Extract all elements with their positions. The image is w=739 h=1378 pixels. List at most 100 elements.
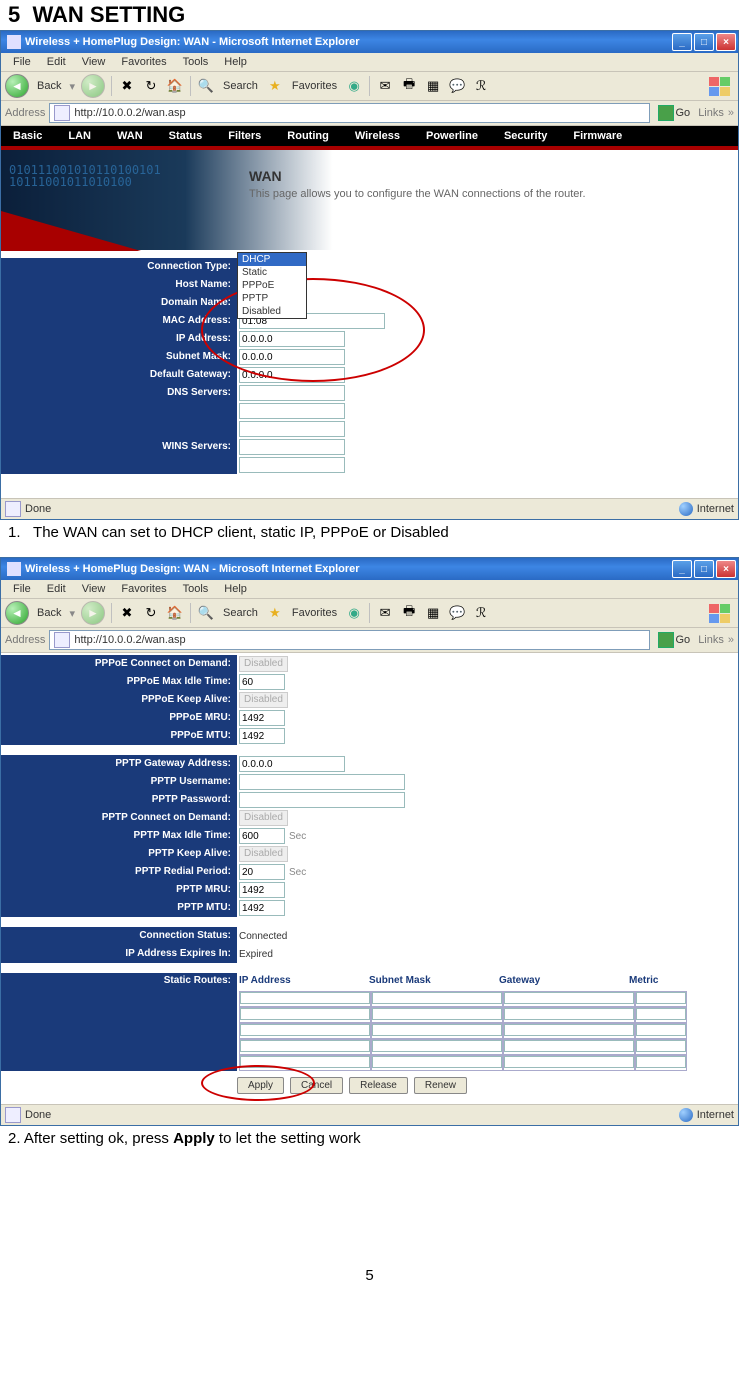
close-button[interactable]: × [716, 33, 736, 51]
search-icon[interactable]: 🔍 [197, 77, 215, 95]
maximize-button-2[interactable]: □ [694, 560, 714, 578]
close-button-2[interactable]: × [716, 560, 736, 578]
nav-wan[interactable]: WAN [105, 126, 155, 146]
opt-dhcp[interactable]: DHCP [238, 253, 306, 266]
pptp-redial-input[interactable] [239, 864, 285, 880]
release-button[interactable]: Release [349, 1077, 408, 1094]
go-button[interactable]: Go [654, 104, 695, 122]
nav-routing[interactable]: Routing [275, 126, 341, 146]
edit-icon-2[interactable]: ▦ [424, 604, 442, 622]
links-label-2[interactable]: Links [698, 634, 724, 646]
apply-button[interactable]: Apply [237, 1077, 284, 1094]
menu-view[interactable]: View [76, 55, 112, 69]
route-gw[interactable] [504, 992, 634, 1004]
route-ip[interactable] [240, 992, 370, 1004]
menu-file[interactable]: File [7, 55, 37, 69]
route-subnet[interactable] [372, 1040, 502, 1052]
minimize-button[interactable]: _ [672, 33, 692, 51]
nav-status[interactable]: Status [157, 126, 215, 146]
stop-icon[interactable]: ✖ [118, 77, 136, 95]
refresh-icon[interactable]: ↻ [142, 77, 160, 95]
opt-static[interactable]: Static [238, 266, 306, 279]
nav-firmware[interactable]: Firmware [561, 126, 634, 146]
dns-input-2[interactable] [239, 403, 345, 419]
route-ip[interactable] [240, 1008, 370, 1020]
menu-favorites[interactable]: Favorites [115, 55, 172, 69]
pptp-idle-input[interactable] [239, 828, 285, 844]
wins-input-2[interactable] [239, 457, 345, 473]
refresh-icon-2[interactable]: ↻ [142, 604, 160, 622]
address-input-2[interactable]: http://10.0.0.2/wan.asp [49, 630, 649, 650]
mail-icon[interactable]: ✉ [376, 77, 394, 95]
go-button-2[interactable]: Go [654, 631, 695, 649]
menu-help[interactable]: Help [218, 55, 253, 69]
pppoe-cod-val[interactable]: Disabled [239, 656, 288, 672]
nav-lan[interactable]: LAN [56, 126, 103, 146]
route-ip[interactable] [240, 1056, 370, 1068]
menu-edit[interactable]: Edit [41, 55, 72, 69]
route-ip[interactable] [240, 1040, 370, 1052]
wins-input-1[interactable] [239, 439, 345, 455]
pptp-mtu-input[interactable] [239, 900, 285, 916]
nav-security[interactable]: Security [492, 126, 559, 146]
print-icon-2[interactable]: 🖶 [400, 604, 418, 622]
route-gw[interactable] [504, 1024, 634, 1036]
research-icon[interactable]: ℛ [472, 77, 490, 95]
nav-powerline[interactable]: Powerline [414, 126, 490, 146]
route-metric[interactable] [636, 1024, 686, 1036]
favorites-icon-2[interactable]: ★ [266, 604, 284, 622]
search-icon-2[interactable]: 🔍 [197, 604, 215, 622]
pptp-mru-input[interactable] [239, 882, 285, 898]
back-button[interactable]: ◄ [5, 74, 29, 98]
route-subnet[interactable] [372, 1024, 502, 1036]
nav-basic[interactable]: Basic [1, 126, 54, 146]
discuss-icon[interactable]: 💬 [448, 77, 466, 95]
route-gw[interactable] [504, 1056, 634, 1068]
route-metric[interactable] [636, 992, 686, 1004]
nav-filters[interactable]: Filters [216, 126, 273, 146]
route-subnet[interactable] [372, 992, 502, 1004]
pptp-gw-input[interactable] [239, 756, 345, 772]
ip-input[interactable] [239, 331, 345, 347]
menu-edit-2[interactable]: Edit [41, 582, 72, 596]
route-gw[interactable] [504, 1008, 634, 1020]
pppoe-mtu-input[interactable] [239, 728, 285, 744]
opt-pptp[interactable]: PPTP [238, 292, 306, 305]
route-ip[interactable] [240, 1024, 370, 1036]
nav-wireless[interactable]: Wireless [343, 126, 412, 146]
back-button-2[interactable]: ◄ [5, 601, 29, 625]
route-metric[interactable] [636, 1040, 686, 1052]
menu-help-2[interactable]: Help [218, 582, 253, 596]
dns-input-1[interactable] [239, 385, 345, 401]
pptp-keep-val[interactable]: Disabled [239, 846, 288, 862]
maximize-button[interactable]: □ [694, 33, 714, 51]
dns-input-3[interactable] [239, 421, 345, 437]
opt-pppoe[interactable]: PPPoE [238, 279, 306, 292]
favorites-icon[interactable]: ★ [266, 77, 284, 95]
discuss-icon-2[interactable]: 💬 [448, 604, 466, 622]
route-metric[interactable] [636, 1056, 686, 1068]
media-icon[interactable]: ◉ [345, 77, 363, 95]
renew-button[interactable]: Renew [414, 1077, 467, 1094]
menu-file-2[interactable]: File [7, 582, 37, 596]
home-icon[interactable]: 🏠 [166, 77, 184, 95]
pptp-user-input[interactable] [239, 774, 405, 790]
forward-button-2[interactable]: ► [81, 601, 105, 625]
pppoe-keep-val[interactable]: Disabled [239, 692, 288, 708]
route-metric[interactable] [636, 1008, 686, 1020]
pptp-pass-input[interactable] [239, 792, 405, 808]
pptp-cod-val[interactable]: Disabled [239, 810, 288, 826]
mail-icon-2[interactable]: ✉ [376, 604, 394, 622]
conn-type-dropdown[interactable]: DHCP Static PPPoE PPTP Disabled [237, 252, 307, 319]
route-subnet[interactable] [372, 1008, 502, 1020]
media-icon-2[interactable]: ◉ [345, 604, 363, 622]
forward-button[interactable]: ► [81, 74, 105, 98]
stop-icon-2[interactable]: ✖ [118, 604, 136, 622]
pppoe-mru-input[interactable] [239, 710, 285, 726]
address-input[interactable]: http://10.0.0.2/wan.asp [49, 103, 649, 123]
links-label[interactable]: Links [698, 107, 724, 119]
route-gw[interactable] [504, 1040, 634, 1052]
cancel-button[interactable]: Cancel [290, 1077, 343, 1094]
menu-view-2[interactable]: View [76, 582, 112, 596]
menu-favorites-2[interactable]: Favorites [115, 582, 172, 596]
